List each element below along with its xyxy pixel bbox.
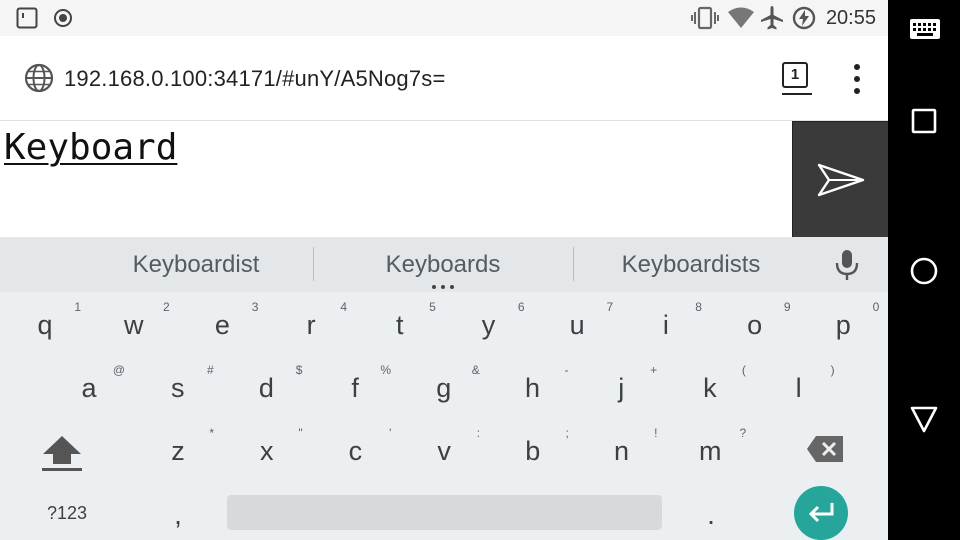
- key-label: b: [525, 436, 541, 466]
- screen: 20:55 192.168.0.100:34171/#unY/A5Nog7s= …: [0, 0, 888, 540]
- key-label: y: [481, 310, 496, 340]
- record-icon: [53, 8, 73, 33]
- key-u[interactable]: 7u: [533, 296, 621, 358]
- battery-charging-icon: [792, 6, 816, 35]
- enter-icon: [807, 501, 835, 530]
- send-button[interactable]: [792, 121, 888, 237]
- shift-key-icon[interactable]: [40, 433, 84, 478]
- key-x[interactable]: " x: [223, 422, 311, 484]
- key-label: d: [258, 373, 274, 403]
- key-label: o: [747, 310, 763, 340]
- key-n[interactable]: ! n: [578, 422, 666, 484]
- more-suggestions-icon[interactable]: [432, 285, 456, 289]
- suggestion-center[interactable]: Keyboards: [323, 251, 563, 279]
- key-y[interactable]: 6y: [445, 296, 533, 358]
- key-l[interactable]: ) l: [755, 359, 843, 421]
- notification-icon: [16, 7, 38, 34]
- status-bar: 20:55: [0, 0, 888, 36]
- suggestion-divider: [313, 247, 314, 281]
- key-k[interactable]: (k: [666, 359, 754, 421]
- symbols-key[interactable]: ?123: [22, 503, 112, 524]
- key-b[interactable]: ; b: [489, 422, 577, 484]
- key-e[interactable]: 3e: [178, 296, 266, 358]
- key-label: j: [618, 373, 625, 403]
- comma-key[interactable]: ,: [163, 499, 193, 531]
- page-content: Keyboard: [0, 121, 888, 237]
- key-m[interactable]: ? m: [666, 422, 754, 484]
- key-v[interactable]: :v: [400, 422, 488, 484]
- globe-icon: [24, 63, 54, 98]
- key-i[interactable]: 8i: [622, 296, 710, 358]
- key-label: c: [348, 436, 363, 466]
- key-j[interactable]: + j: [577, 359, 665, 421]
- tab-switcher-button[interactable]: 1: [782, 62, 808, 88]
- tab-switcher-underline: [782, 93, 812, 95]
- key-p[interactable]: 0p: [799, 296, 887, 358]
- more-vert-icon[interactable]: [848, 64, 866, 94]
- home-icon[interactable]: [888, 255, 960, 292]
- key-label: z: [171, 436, 185, 466]
- navigation-bar: [888, 0, 960, 540]
- period-key[interactable]: .: [696, 499, 726, 531]
- key-label: m: [698, 436, 722, 466]
- key-label: p: [835, 310, 851, 340]
- suggestion-left[interactable]: Keyboardist: [76, 251, 316, 279]
- key-label: g: [436, 373, 452, 403]
- key-label: k: [703, 373, 717, 403]
- key-label: f: [351, 373, 359, 403]
- airplane-mode-icon: [760, 5, 784, 36]
- key-label: l: [795, 373, 802, 403]
- key-label: q: [37, 310, 53, 340]
- key-a[interactable]: @ a: [45, 359, 133, 421]
- key-label: s: [170, 373, 185, 403]
- key-w[interactable]: 2w: [90, 296, 178, 358]
- key-label: i: [662, 310, 669, 340]
- key-label: x: [259, 436, 274, 466]
- recents-icon[interactable]: [888, 106, 960, 141]
- suggestion-right[interactable]: Keyboardists: [571, 251, 811, 279]
- keyboard-switch-icon[interactable]: [888, 16, 960, 49]
- status-clock: 20:55: [825, 7, 876, 29]
- key-label: n: [613, 436, 630, 466]
- enter-key[interactable]: [794, 486, 848, 540]
- backspace-key-icon[interactable]: [806, 435, 844, 468]
- key-label: u: [569, 310, 585, 340]
- key-f[interactable]: % f: [311, 359, 399, 421]
- key-o[interactable]: 9o: [711, 296, 799, 358]
- text-input[interactable]: Keyboard: [4, 127, 177, 168]
- space-bar[interactable]: [227, 495, 662, 530]
- key-c[interactable]: ' c: [311, 422, 399, 484]
- key-label: v: [437, 436, 451, 466]
- key-label: t: [396, 310, 404, 340]
- url-field[interactable]: 192.168.0.100:34171/#unY/A5Nog7s=: [64, 66, 446, 92]
- send-icon: [817, 162, 865, 203]
- soft-keyboard: Keyboardist Keyboards Keyboardists 1q2w3…: [0, 237, 888, 540]
- key-z[interactable]: * z: [134, 422, 222, 484]
- key-g[interactable]: & g: [400, 359, 488, 421]
- key-s[interactable]: # s: [134, 359, 222, 421]
- key-h[interactable]: -h: [489, 359, 577, 421]
- key-label: w: [123, 310, 144, 340]
- key-q[interactable]: 1q: [1, 296, 89, 358]
- key-label: r: [306, 310, 316, 340]
- key-label: e: [214, 310, 230, 340]
- browser-toolbar: 192.168.0.100:34171/#unY/A5Nog7s= 1: [0, 36, 888, 121]
- key-d[interactable]: $ d: [222, 359, 310, 421]
- vibrate-icon: [691, 6, 719, 35]
- key-t[interactable]: 5t: [356, 296, 444, 358]
- wifi-icon: [727, 7, 755, 34]
- key-r[interactable]: 4r: [267, 296, 355, 358]
- key-label: a: [81, 373, 97, 403]
- key-label: h: [524, 373, 541, 403]
- suggestion-strip: Keyboardist Keyboards Keyboardists: [0, 237, 888, 292]
- back-icon[interactable]: [888, 403, 960, 440]
- microphone-icon[interactable]: [834, 249, 860, 286]
